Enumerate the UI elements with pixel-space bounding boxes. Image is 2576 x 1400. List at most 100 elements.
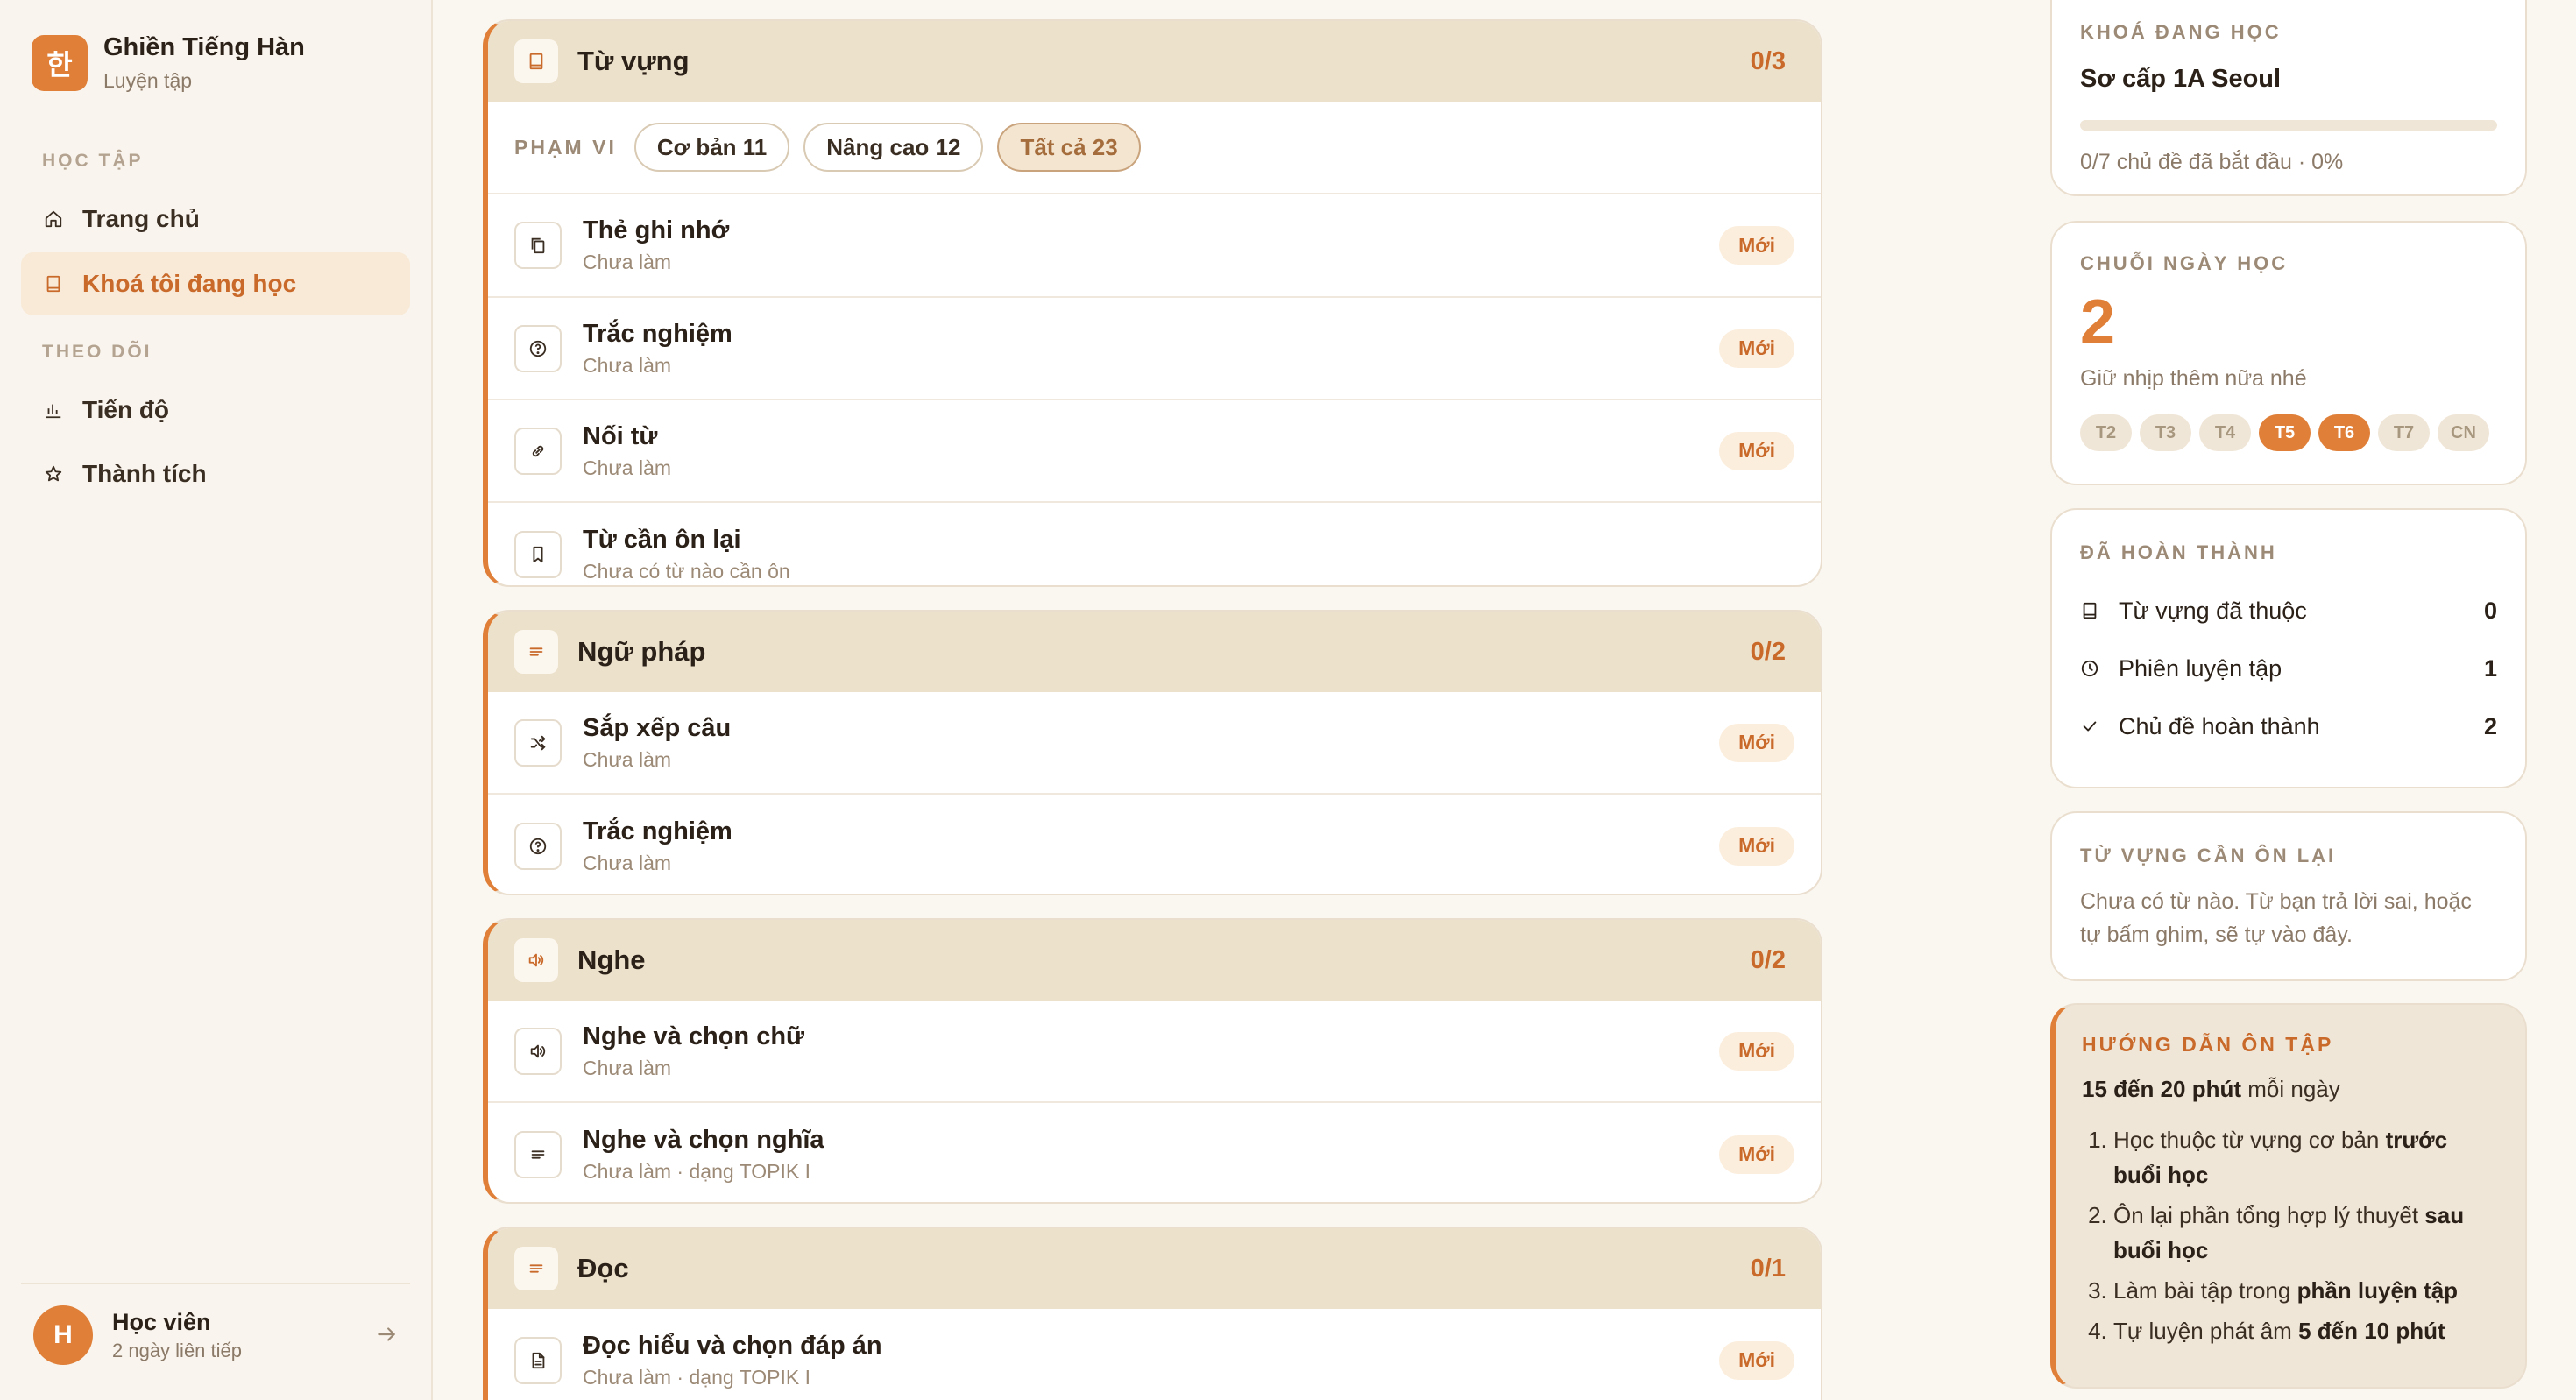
new-badge: Mới (1719, 1340, 1794, 1380)
exercise-title: Trắc nghiệm (583, 319, 732, 348)
exercise-title: Nối từ (583, 421, 658, 450)
exercise-title: Thẻ ghi nhớ (583, 216, 730, 244)
speaker-icon (530, 1044, 546, 1057)
brand-title: Ghiền Tiếng Hàn (103, 33, 305, 61)
exercise-status: Chưa làm (583, 1056, 672, 1079)
check-icon (2083, 721, 2097, 732)
weekday-pill-t4: T4 (2199, 414, 2251, 451)
new-badge: Mới (1719, 826, 1794, 866)
exercise-row-listen-choose-meaning[interactable]: Nghe và chọn nghĩa Chưa làm · dạng TOPIK… (488, 1103, 1821, 1202)
guide-step-bold: 5 đến 10 phút (2298, 1318, 2445, 1344)
section-header[interactable]: Đọc 0/1 (488, 1228, 1821, 1309)
exercise-row-review-words[interactable]: Từ cần ôn lại Chưa có từ nào cần ôn (488, 503, 1821, 585)
stat-row-sessions: Phiên luyện tập 1 (2080, 640, 2497, 697)
user-streak-text: 2 ngày liên tiếp (112, 1339, 242, 1361)
stat-row-vocab-learned: Từ vựng đã thuộc 0 (2080, 582, 2497, 640)
section-header[interactable]: Nghe 0/2 (488, 920, 1821, 1001)
user-card[interactable]: H Học viên 2 ngày liên tiếp (21, 1283, 410, 1386)
exercise-row-listen-choose-word[interactable]: Nghe và chọn chữ Chưa làm Mới (488, 1001, 1821, 1103)
study-guide-card: HƯỚNG DẪN ÔN TẬP 15 đến 20 phút mỗi ngày… (2050, 1003, 2527, 1389)
sidebar-item-progress[interactable]: Tiến độ (21, 378, 410, 442)
course-name: Sơ cấp 1A Seoul (2080, 65, 2282, 93)
section-title: Nghe (577, 944, 646, 975)
exercise-title: Nghe và chọn chữ (583, 1022, 805, 1050)
avatar: H (33, 1305, 93, 1365)
exercise-row-flashcards[interactable]: Thẻ ghi nhớ Chưa làm Mới (488, 194, 1821, 298)
section-count: 0/1 (1750, 1254, 1786, 1283)
stat-value: 2 (2483, 712, 2497, 739)
sidebar-item-my-course[interactable]: Khoá tôi đang học (21, 252, 410, 315)
stat-value: 0 (2483, 597, 2497, 624)
lines-icon (531, 1149, 545, 1159)
course-progress-text: 0/7 chủ đề đã bắt đầu · 0% (2080, 150, 2344, 174)
sidebar-item-label: Trang chủ (82, 205, 200, 232)
scope-chip-advanced[interactable]: Nâng cao 12 (803, 123, 984, 172)
stat-row-topics-done: Chủ đề hoàn thành 2 (2080, 697, 2497, 755)
sidebar-item-achievements[interactable]: Thành tích (21, 442, 410, 506)
question-icon (529, 340, 547, 357)
guide-step: Ôn lại phần tổng hợp lý thuyết sau buổi … (2113, 1198, 2499, 1268)
guide-steps: Học thuộc từ vựng cơ bản trước buổi học … (2082, 1122, 2499, 1348)
weekday-pill-t3: T3 (2140, 414, 2191, 451)
stat-value: 1 (2483, 654, 2497, 682)
nav-section-learning: HỌC TẬP (42, 151, 144, 171)
guide-step-text: Tự luyện phát âm (2113, 1318, 2299, 1344)
section-header[interactable]: Ngữ pháp 0/2 (488, 612, 1821, 692)
completed-card: ĐÃ HOÀN THÀNH Từ vựng đã thuộc 0 Phiên l… (2050, 508, 2527, 788)
new-badge: Mới (1719, 329, 1794, 368)
sidebar-item-label: Tiến độ (82, 396, 170, 423)
new-badge: Mới (1719, 1031, 1794, 1071)
section-count: 0/3 (1750, 46, 1786, 75)
exercise-status: Chưa làm (583, 251, 672, 273)
question-icon (529, 838, 547, 854)
current-course-card[interactable]: KHOÁ ĐANG HỌC Sơ cấp 1A Seoul 0/7 chủ đề… (2050, 0, 2527, 196)
guide-step: Tự luyện phát âm 5 đến 10 phút (2113, 1313, 2499, 1348)
user-name: Học viên (112, 1308, 211, 1335)
section-header[interactable]: Từ vựng 0/3 (488, 21, 1821, 102)
scope-chip-all[interactable]: Tất cả 23 (997, 123, 1141, 172)
exercise-row-quiz[interactable]: Trắc nghiệm Chưa làm Mới (488, 795, 1821, 894)
guide-step-text: Ôn lại phần tổng hợp lý thuyết (2113, 1202, 2425, 1228)
exercise-title: Đọc hiểu và chọn đáp án (583, 1331, 882, 1360)
clock-icon (2081, 660, 2098, 677)
exercise-row-quiz[interactable]: Trắc nghiệm Chưa làm Mới (488, 298, 1821, 400)
bookmark-icon (533, 546, 543, 562)
arrow-right-icon[interactable] (375, 1323, 398, 1346)
exercise-status: Chưa làm · dạng TOPIK I (583, 1159, 810, 1183)
review-words-card[interactable]: TỪ VỰNG CẦN ÔN LẠI Chưa có từ nào. Từ bạ… (2050, 811, 2527, 981)
streak-subtitle: Giữ nhịp thêm nữa nhé (2080, 366, 2307, 391)
stat-label: Phiên luyện tập (2119, 654, 2282, 682)
section-listening: Nghe 0/2 Nghe và chọn chữ Chưa làm Mới N… (483, 918, 1822, 1204)
guide-step: Học thuộc từ vựng cơ bản trước buổi học (2113, 1122, 2499, 1192)
exercise-row-sentence-order[interactable]: Sắp xếp câu Chưa làm Mới (488, 692, 1821, 795)
exercise-row-matching[interactable]: Nối từ Chưa làm Mới (488, 400, 1821, 503)
weekday-pill-t2: T2 (2080, 414, 2132, 451)
guide-intro: 15 đến 20 phút mỗi ngày (2082, 1076, 2499, 1103)
new-badge: Mới (1719, 431, 1794, 470)
streak-card: CHUỖI NGÀY HỌC 2 Giữ nhịp thêm nữa nhé T… (2050, 221, 2527, 485)
exercise-status: Chưa làm (583, 456, 672, 479)
brand[interactable]: 한 Ghiền Tiếng Hàn Luyện tập (32, 33, 305, 93)
card-label: CHUỖI NGÀY HỌC (2080, 252, 2289, 274)
review-empty-text: Chưa có từ nào. Từ bạn trả lời sai, hoặc… (2080, 889, 2472, 947)
weekday-pill-t6: T6 (2318, 414, 2370, 451)
new-badge: Mới (1719, 1135, 1794, 1174)
guide-step-bold: phần luyện tập (2296, 1277, 2459, 1304)
exercise-status: Chưa có từ nào cần ôn (583, 559, 790, 583)
guide-label: HƯỚNG DẪN ÔN TẬP (2082, 1033, 2334, 1056)
stat-label: Từ vựng đã thuộc (2119, 597, 2307, 624)
exercise-title: Nghe và chọn nghĩa (583, 1125, 824, 1154)
star-icon (45, 465, 62, 482)
scope-chip-basic[interactable]: Cơ bản 11 (633, 123, 790, 172)
exercise-title: Sắp xếp câu (583, 713, 732, 742)
course-progress-bar (2080, 120, 2497, 131)
cards-icon (531, 237, 545, 254)
scope-filter: PHẠM VI Cơ bản 11 Nâng cao 12 Tất cả 23 (488, 102, 1821, 194)
book-icon (2083, 602, 2097, 619)
new-badge: Mới (1719, 226, 1794, 265)
exercise-status: Chưa làm (583, 353, 672, 377)
speaker-icon (528, 953, 544, 967)
sidebar-item-home[interactable]: Trang chủ (21, 187, 410, 251)
exercise-row-reading-comprehension[interactable]: Đọc hiểu và chọn đáp án Chưa làm · dạng … (488, 1309, 1821, 1400)
section-reading: Đọc 0/1 Đọc hiểu và chọn đáp án Chưa làm… (483, 1227, 1822, 1400)
